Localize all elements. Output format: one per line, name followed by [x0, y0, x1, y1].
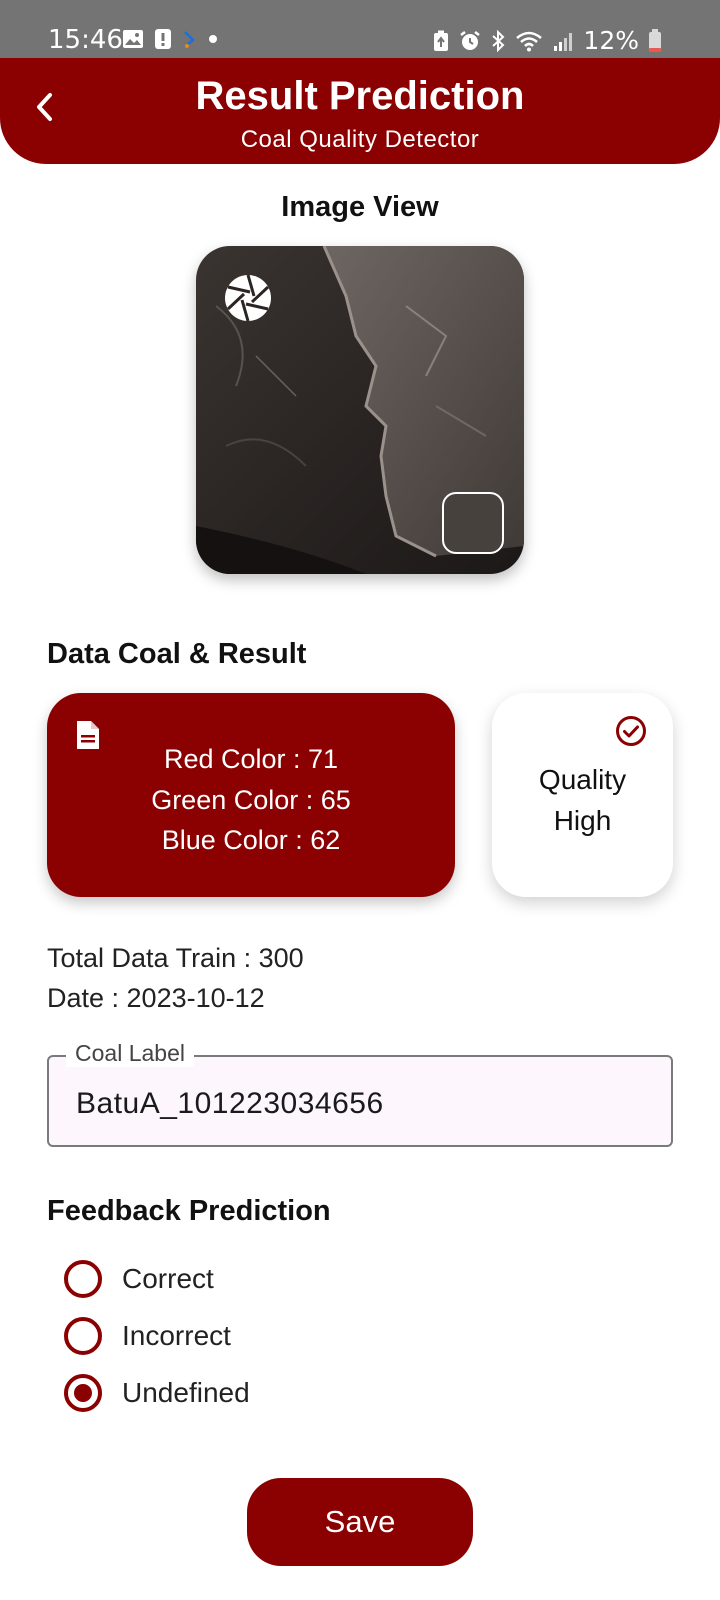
radio-label: Incorrect: [122, 1320, 231, 1351]
alarm-icon: [459, 30, 481, 52]
image-view-title: Image View: [281, 191, 439, 223]
radio-button[interactable]: [64, 1260, 102, 1298]
rgb-data-card: Red Color : 71 Green Color : 65 Blue Col…: [47, 693, 455, 897]
green-color-value: Green Color : 65: [151, 784, 351, 815]
aperture-icon[interactable]: [224, 274, 272, 322]
data-section-title: Data Coal & Result: [47, 638, 307, 670]
blue-color-value: Blue Color : 62: [161, 825, 341, 855]
date-info: Date : 2023-10-12: [47, 983, 265, 1013]
coal-image[interactable]: [196, 246, 524, 574]
signal-icon: [552, 30, 574, 52]
battery-saver-icon: [432, 30, 450, 52]
battery-percent: 12%: [583, 26, 639, 55]
wifi-icon: [515, 30, 543, 52]
radio-undefined[interactable]: Undefined: [64, 1371, 250, 1415]
save-button[interactable]: Save: [247, 1478, 473, 1566]
red-color-value: Red Color : 71: [163, 744, 339, 774]
radio-incorrect[interactable]: Incorrect: [64, 1314, 231, 1358]
coal-label-caption: Coal Label: [66, 1040, 194, 1067]
radio-button-selected[interactable]: [64, 1374, 102, 1412]
bluetooth-icon: [490, 29, 506, 52]
status-time: 15:46: [48, 25, 123, 55]
status-left-icons: [122, 28, 220, 50]
status-right-icons: 12%: [432, 26, 662, 55]
radio-label: Undefined: [122, 1377, 250, 1408]
page-subtitle: Coal Quality Detector: [240, 126, 480, 153]
battery-icon: [648, 28, 662, 53]
app-icon: [182, 28, 196, 50]
quality-card: Quality High: [492, 693, 673, 897]
quality-result: Quality High: [492, 759, 673, 841]
dot-icon: [206, 32, 220, 46]
quality-value: High: [553, 805, 612, 836]
total-data-train: Total Data Train : 300: [47, 943, 304, 973]
color-swatch: [442, 492, 504, 554]
app-header: Result Prediction Coal Quality Detector: [0, 58, 720, 164]
alert-icon: [154, 28, 172, 50]
radio-correct[interactable]: Correct: [64, 1257, 214, 1301]
quality-label: Quality: [538, 764, 627, 795]
feedback-title: Feedback Prediction: [47, 1195, 331, 1227]
status-bar: 15:46 12%: [0, 0, 720, 58]
page-title: Result Prediction: [195, 74, 525, 118]
rgb-values: Red Color : 71 Green Color : 65 Blue Col…: [47, 739, 455, 861]
coal-label-value[interactable]: BatuA_101223034656: [76, 1087, 384, 1121]
radio-button[interactable]: [64, 1317, 102, 1355]
radio-label: Correct: [122, 1263, 214, 1294]
check-circle-icon: [615, 715, 647, 752]
gallery-icon: [122, 29, 144, 49]
